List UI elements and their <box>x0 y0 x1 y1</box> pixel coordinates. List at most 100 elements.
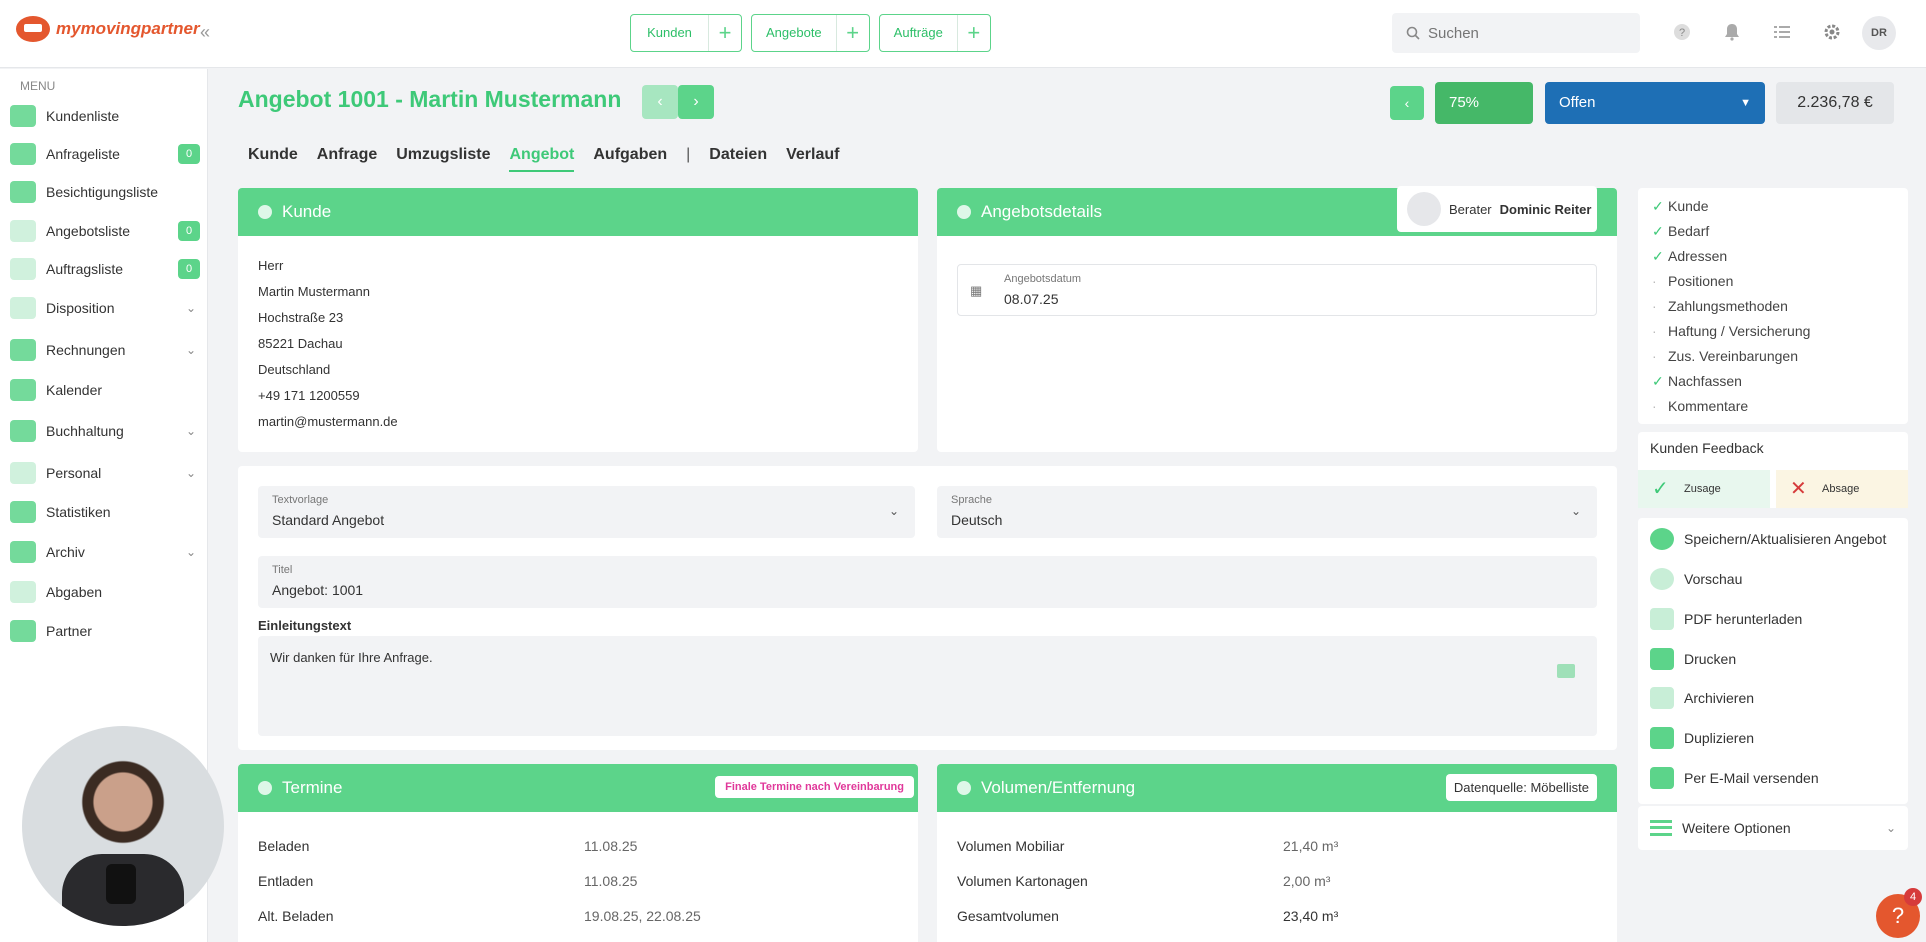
titel-input[interactable]: Titel Angebot: 1001 <box>258 556 1597 608</box>
sidebar-item-buchhaltung[interactable]: Buchhaltung ⌄ <box>10 416 200 446</box>
statistics-icon <box>10 501 36 523</box>
text-template-icon[interactable] <box>1557 664 1575 678</box>
chevron-down-icon: ⌄ <box>1570 504 1581 518</box>
tab-kunde[interactable]: Kunde <box>248 146 298 172</box>
count-badge: 0 <box>178 259 200 279</box>
schedule-icon <box>10 297 36 319</box>
salutation: Herr <box>258 258 284 273</box>
volumen-card: Volumen/Entfernung Datenquelle: Möbellis… <box>937 764 1617 942</box>
prev-offer-button[interactable]: ‹ <box>642 85 678 119</box>
sidebar-item-anfrageliste[interactable]: Anfrageliste 0 <box>10 139 200 169</box>
more-options-dropdown[interactable]: Weitere Optionen ⌄ <box>1638 806 1908 850</box>
status-back-button[interactable]: ‹ <box>1390 86 1424 120</box>
sidebar-item-auftragsliste[interactable]: Auftragsliste 0 <box>10 254 200 284</box>
quick-auftraege-link[interactable]: Aufträge <box>880 15 958 51</box>
pdf-download-button[interactable]: PDF herunterladen <box>1650 608 1802 630</box>
print-button[interactable]: Drucken <box>1650 648 1736 670</box>
search-icon <box>1406 26 1420 40</box>
add-kunde-icon[interactable]: + <box>709 15 741 51</box>
termin-label: Beladen <box>258 838 310 854</box>
checklist-item[interactable]: · Positionen <box>1652 273 1733 289</box>
feedback-title: Kunden Feedback <box>1650 440 1764 456</box>
quick-button-auftraege: Aufträge + <box>878 14 991 52</box>
checklist-item[interactable]: · Kommentare <box>1652 398 1748 414</box>
sidebar-item-partner[interactable]: Partner <box>10 616 200 646</box>
sidebar-item-label: Anfrageliste <box>46 146 120 162</box>
menu-icon <box>1650 820 1672 836</box>
help-circle-icon[interactable]: ? <box>1670 20 1694 44</box>
berater-chip[interactable]: Berater Dominic Reiter <box>1397 186 1597 232</box>
sidebar-item-kalender[interactable]: Kalender <box>10 375 200 405</box>
checklist-item[interactable]: · Zus. Vereinbarungen <box>1652 348 1798 364</box>
date-field[interactable]: ▦ Angebotsdatum 08.07.25 <box>957 264 1597 316</box>
kunde-card-header: Kunde <box>238 188 918 236</box>
checklist-item[interactable]: ✓ Adressen <box>1652 248 1727 265</box>
sidebar-item-archiv[interactable]: Archiv ⌄ <box>10 537 200 567</box>
checklist-item[interactable]: ✓ Bedarf <box>1652 223 1709 240</box>
sidebar-item-disposition[interactable]: Disposition ⌄ <box>10 293 200 323</box>
dot-icon: · <box>1652 298 1657 314</box>
tab-verlauf[interactable]: Verlauf <box>786 146 839 172</box>
absage-button[interactable]: ✕ Absage <box>1776 470 1908 508</box>
volumen-value: 23,40 m³ <box>1283 908 1339 924</box>
send-email-button[interactable]: Per E-Mail versenden <box>1650 767 1819 789</box>
email[interactable]: martin@mustermann.de <box>258 414 398 429</box>
boxes-icon <box>957 781 971 795</box>
next-offer-button[interactable]: › <box>678 85 714 119</box>
checklist-icon[interactable] <box>1770 20 1794 44</box>
customers-icon <box>10 105 36 127</box>
cash-icon <box>10 339 36 361</box>
textvorlage-select[interactable]: Textvorlage Standard Angebot ⌄ <box>258 486 915 538</box>
gear-icon[interactable] <box>1820 20 1844 44</box>
sidebar-item-besichtigungsliste[interactable]: Besichtigungsliste <box>10 177 200 207</box>
help-button[interactable]: ? 4 <box>1876 888 1922 938</box>
einleitung-textarea[interactable]: Wir danken für Ihre Anfrage. <box>258 636 1597 736</box>
envelope-icon <box>1650 767 1674 789</box>
save-update-button[interactable]: Speichern/Aktualisieren Angebot <box>1650 528 1886 550</box>
status-dropdown[interactable]: Offen ▼ <box>1545 82 1765 124</box>
sprache-select[interactable]: Sprache Deutsch ⌄ <box>937 486 1597 538</box>
archive-button[interactable]: Archivieren <box>1650 687 1754 709</box>
chevron-down-icon: ⌄ <box>185 424 196 438</box>
logo[interactable]: mymovingpartner <box>16 16 200 42</box>
volumen-value: 2,00 m³ <box>1283 873 1331 889</box>
quick-kunden-link[interactable]: Kunden <box>631 15 709 51</box>
termine-badge: Finale Termine nach Vereinbarung <box>715 776 914 798</box>
bell-icon[interactable] <box>1720 20 1744 44</box>
sidebar-item-rechnungen[interactable]: Rechnungen ⌄ <box>10 335 200 365</box>
check-icon: ✓ <box>1652 198 1664 214</box>
search-input[interactable] <box>1428 24 1618 42</box>
page-title: Angebot 1001 - Martin Mustermann <box>238 86 622 112</box>
probability-dropdown[interactable]: 75% <box>1435 82 1533 124</box>
card-title: Volumen/Entfernung <box>981 778 1136 797</box>
calendar-icon <box>10 379 36 401</box>
field-label: Sprache <box>951 494 992 506</box>
tab-angebot[interactable]: Angebot <box>509 146 575 172</box>
tab-dateien[interactable]: Dateien <box>709 146 767 172</box>
tab-anfrage[interactable]: Anfrage <box>317 146 377 172</box>
checklist-item[interactable]: · Haftung / Versicherung <box>1652 323 1810 339</box>
collapse-sidebar-icon[interactable]: « <box>200 22 210 43</box>
preview-button[interactable]: Vorschau <box>1650 568 1742 590</box>
chevron-down-icon: ⌄ <box>185 466 196 480</box>
tab-umzugsliste[interactable]: Umzugsliste <box>396 146 490 172</box>
add-angebot-icon[interactable]: + <box>837 15 869 51</box>
checklist-item[interactable]: ✓ Nachfassen <box>1652 373 1742 390</box>
duplicate-button[interactable]: Duplizieren <box>1650 727 1754 749</box>
sidebar-item-label: Buchhaltung <box>46 423 124 439</box>
checklist-item[interactable]: · Zahlungsmethoden <box>1652 298 1788 314</box>
checklist-item[interactable]: ✓ Kunde <box>1652 198 1708 215</box>
add-auftrag-icon[interactable]: + <box>958 15 990 51</box>
sidebar-item-angebotsliste[interactable]: Angebotsliste 0 <box>10 216 200 246</box>
menu-heading: MENU <box>20 79 56 93</box>
field-label: Angebotsdatum <box>1004 273 1082 285</box>
zusage-button[interactable]: ✓ Zusage <box>1638 470 1770 508</box>
phone[interactable]: +49 171 1200559 <box>258 388 360 403</box>
sidebar-item-abgaben[interactable]: Abgaben <box>10 577 200 607</box>
tab-aufgaben[interactable]: Aufgaben <box>593 146 667 172</box>
user-avatar[interactable]: DR <box>1862 16 1896 50</box>
sidebar-item-kundenliste[interactable]: Kundenliste <box>10 101 200 131</box>
quick-angebote-link[interactable]: Angebote <box>752 15 837 51</box>
sidebar-item-statistiken[interactable]: Statistiken <box>10 497 200 527</box>
sidebar-item-personal[interactable]: Personal ⌄ <box>10 458 200 488</box>
